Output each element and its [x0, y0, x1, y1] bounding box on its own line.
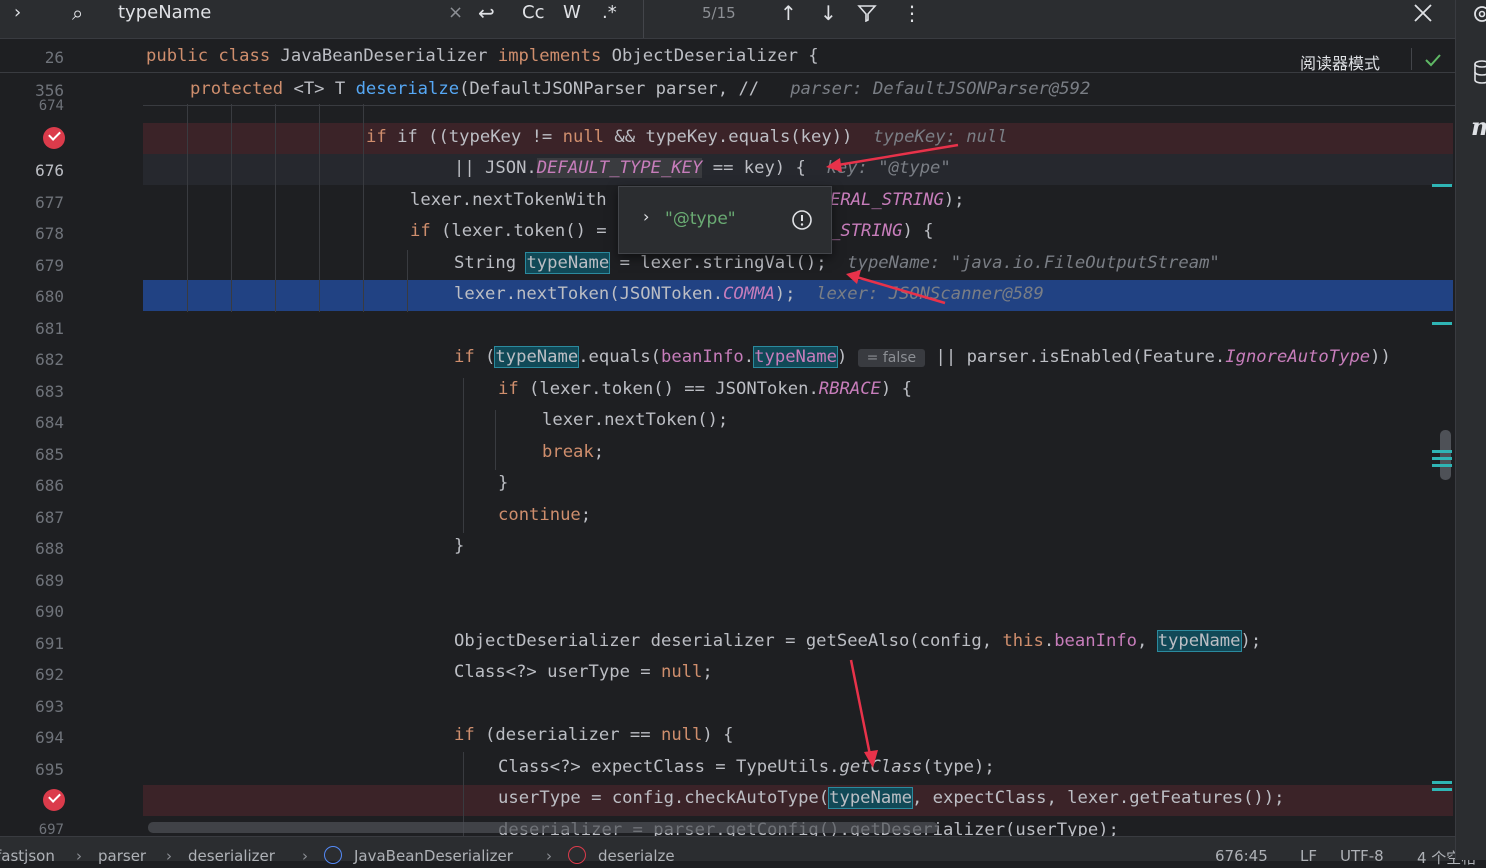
status-bar: fastjson › parser › deserializer › JavaB… — [0, 836, 1476, 867]
scroll-marker — [1432, 322, 1452, 325]
vertical-scrollbar[interactable] — [1440, 430, 1451, 480]
breadcrumb-item[interactable]: fastjson — [0, 847, 55, 865]
scroll-marker — [1432, 788, 1452, 791]
breadcrumb-item[interactable]: JavaBeanDeserializer — [354, 847, 513, 865]
info-icon[interactable] — [791, 209, 813, 231]
chevron-right-icon: › — [76, 847, 82, 865]
debug-value-popup[interactable]: › "@type" — [618, 186, 832, 254]
right-tool-panel: m — [1455, 0, 1486, 860]
line-separator[interactable]: LF — [1300, 847, 1317, 865]
breadcrumb-item[interactable]: deserializer — [188, 847, 275, 865]
class-icon — [324, 846, 342, 864]
scroll-marker — [1432, 184, 1452, 187]
annotation-arrows — [826, 143, 959, 768]
method-icon — [568, 846, 586, 864]
chevron-right-icon: › — [302, 847, 308, 865]
chevron-right-icon: › — [166, 847, 172, 865]
breadcrumb-item[interactable]: deserialze — [598, 847, 675, 865]
scroll-marker — [1432, 457, 1452, 460]
plugin-icon[interactable]: m — [1471, 112, 1486, 141]
notifications-icon[interactable] — [1472, 2, 1486, 24]
breadcrumb-item[interactable]: parser — [98, 847, 146, 865]
database-icon[interactable] — [1472, 58, 1486, 86]
scroll-marker — [1432, 781, 1452, 784]
chevron-right-icon: › — [546, 847, 552, 865]
scroll-marker — [1432, 450, 1452, 453]
file-encoding[interactable]: UTF-8 — [1340, 847, 1384, 865]
popup-value: "@type" — [665, 209, 736, 229]
caret-position[interactable]: 676:45 — [1215, 847, 1268, 865]
scroll-marker — [1432, 464, 1452, 467]
expand-chevron-icon[interactable]: › — [643, 207, 649, 226]
